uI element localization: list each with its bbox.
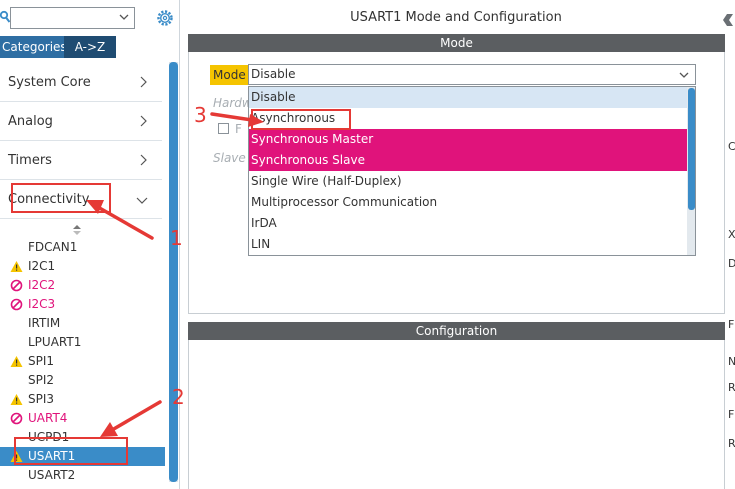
configuration-section-header: Configuration	[188, 322, 725, 340]
chevron-right-icon	[140, 115, 147, 127]
dropdown-option[interactable]: Multiprocessor Communication	[249, 192, 687, 213]
mode-section-header: Mode	[188, 34, 725, 52]
category-label: System Core	[8, 75, 91, 90]
peripheral-item[interactable]: I2C2	[0, 276, 165, 295]
annotation-box-connectivity	[11, 183, 111, 213]
slave-label: Slave	[213, 151, 246, 165]
annotation-number-1: 1	[170, 226, 183, 250]
search-input[interactable]	[10, 7, 135, 29]
collapse-icon[interactable]	[721, 12, 735, 28]
chevron-down-icon	[136, 197, 148, 204]
category-label: Timers	[8, 153, 52, 168]
sort-icon[interactable]	[73, 225, 81, 235]
peripheral-item[interactable]: USART2	[0, 466, 165, 485]
tree-scrollbar-thumb[interactable]	[169, 62, 178, 482]
tab-a-to-z[interactable]: A->Z	[64, 36, 116, 58]
peripheral-label: SPI2	[28, 373, 55, 387]
peripheral-label: FDCAN1	[28, 240, 78, 254]
peripheral-item[interactable]: SPI1	[0, 352, 165, 371]
edge-character: C	[728, 140, 735, 153]
edge-character: F	[728, 408, 735, 421]
search-icon[interactable]	[0, 10, 10, 24]
peripheral-label: IRTIM	[28, 316, 61, 330]
mode-select[interactable]: Disable	[248, 64, 696, 85]
peripheral-item[interactable]: UART4	[0, 409, 165, 428]
dropdown-option[interactable]: Single Wire (Half-Duplex)	[249, 171, 687, 192]
peripheral-item[interactable]: LPUART1	[0, 333, 165, 352]
peripheral-label: I2C1	[28, 259, 56, 273]
peripheral-label: I2C3	[28, 297, 56, 311]
gear-icon[interactable]	[155, 8, 175, 28]
chevron-right-icon	[140, 154, 147, 166]
dropdown-scrollbar-thumb[interactable]	[688, 88, 695, 210]
category-analog[interactable]: Analog	[0, 103, 162, 141]
peripheral-item[interactable]: I2C3	[0, 295, 165, 314]
chevron-down-icon[interactable]	[118, 11, 130, 23]
peripheral-label: UART4	[28, 411, 68, 425]
view-tabs: Categories A->Z	[0, 36, 116, 58]
warning-icon	[10, 356, 23, 367]
category-system-core[interactable]: System Core	[0, 64, 162, 102]
hardware-flow-label: Hardw	[213, 96, 252, 110]
peripheral-label: SPI1	[28, 354, 55, 368]
blocked-icon	[10, 279, 23, 292]
warning-icon	[10, 261, 23, 272]
blocked-icon	[10, 298, 23, 311]
peripheral-item[interactable]: I2C1	[0, 257, 165, 276]
dropdown-option[interactable]: Synchronous Master	[249, 129, 687, 150]
category-timers[interactable]: Timers	[0, 142, 162, 180]
peripheral-label: USART2	[28, 468, 76, 482]
edge-character: X	[728, 228, 735, 241]
edge-character: R	[728, 437, 735, 450]
peripheral-label: SPI3	[28, 392, 55, 406]
configuration-section	[188, 340, 725, 489]
peripheral-item[interactable]: SPI3	[0, 390, 165, 409]
app-window: Categories A->Z System Core Analog Timer…	[0, 0, 735, 489]
checkbox[interactable]	[218, 123, 229, 134]
peripheral-item[interactable]: FDCAN1	[0, 238, 165, 257]
mode-label: Mode	[210, 65, 249, 85]
edge-character: F	[728, 318, 735, 331]
mode-configuration-panel: USART1 Mode and Configuration Mode Mode …	[186, 0, 726, 489]
peripheral-item[interactable]: SPI2	[0, 371, 165, 390]
category-label: Analog	[8, 114, 53, 129]
annotation-number-2: 2	[172, 385, 185, 409]
peripheral-label: LPUART1	[28, 335, 82, 349]
peripheral-panel: Categories A->Z System Core Analog Timer…	[0, 0, 180, 489]
warning-icon	[10, 394, 23, 405]
peripheral-label: I2C2	[28, 278, 56, 292]
annotation-number-3: 3	[194, 103, 207, 127]
panel-title: USART1 Mode and Configuration	[350, 10, 562, 25]
chevron-right-icon	[140, 76, 147, 88]
annotation-box-usart1	[14, 437, 128, 465]
peripheral-item[interactable]: IRTIM	[0, 314, 165, 333]
edge-character: R	[728, 381, 735, 394]
tab-categories[interactable]: Categories	[0, 36, 67, 58]
dropdown-option[interactable]: LIN	[249, 234, 687, 255]
blocked-icon	[10, 412, 23, 425]
annotation-box-asynchronous	[251, 109, 351, 130]
chevron-down-icon[interactable]	[678, 69, 690, 81]
checkbox-label: F	[235, 122, 242, 136]
edge-character: N	[728, 355, 735, 368]
dropdown-option[interactable]: IrDA	[249, 213, 687, 234]
dropdown-option[interactable]: Synchronous Slave	[249, 150, 687, 171]
mode-select-value: Disable	[251, 67, 296, 81]
dropdown-option[interactable]: Disable	[249, 87, 687, 108]
edge-character: D	[728, 257, 735, 270]
